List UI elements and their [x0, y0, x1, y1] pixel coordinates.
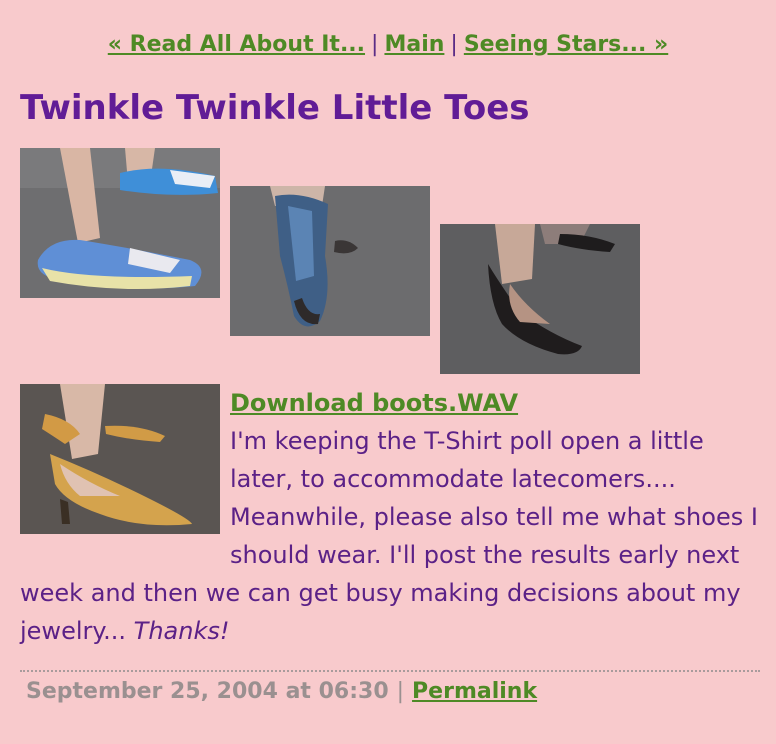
heels-image [440, 224, 640, 374]
post-navigation: « Read All About It... | Main | Seeing Stars… [0, 28, 776, 62]
boot-image [230, 186, 430, 336]
photo-blue-sneakers[interactable] [20, 148, 220, 298]
nav-separator: | [371, 32, 379, 57]
image-float-spacer [20, 384, 220, 542]
footer-separator: | [396, 679, 405, 704]
post-footer: September 25, 2004 at 06:30 | Permalink [26, 675, 537, 709]
footer-divider [20, 670, 760, 672]
post-body-emphasis: Thanks! [133, 617, 230, 645]
post-body: Download boots.WAV I'm keeping the T-Shi… [20, 384, 760, 650]
permalink-link[interactable]: Permalink [412, 679, 537, 704]
blog-post-page: « Read All About It... | Main | Seeing Stars… [0, 0, 776, 744]
next-post-link[interactable]: Seeing Stars... » [464, 32, 668, 57]
nav-separator: | [450, 32, 458, 57]
previous-post-link[interactable]: « Read All About It... [108, 32, 365, 57]
main-link[interactable]: Main [384, 32, 444, 57]
post-timestamp: September 25, 2004 at 06:30 [26, 679, 389, 704]
post-title: Twinkle Twinkle Little Toes [20, 88, 530, 128]
photo-black-heels[interactable] [440, 224, 640, 374]
sneakers-image [20, 148, 220, 298]
download-audio-link[interactable]: Download boots.WAV [230, 389, 518, 417]
photo-blue-boot[interactable] [230, 186, 430, 336]
